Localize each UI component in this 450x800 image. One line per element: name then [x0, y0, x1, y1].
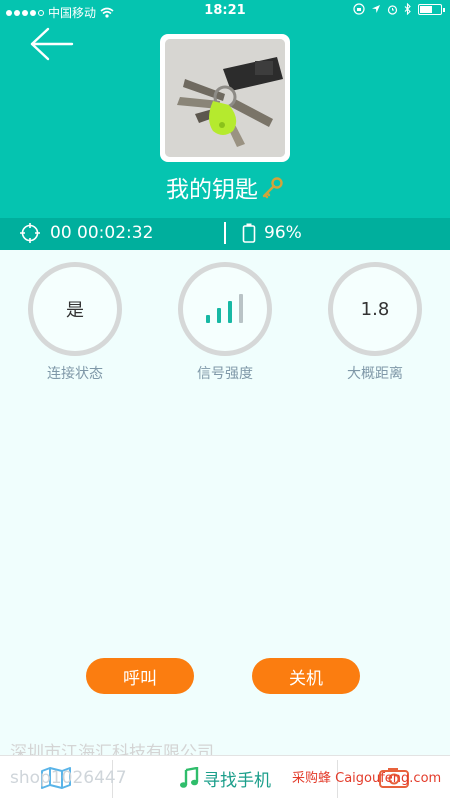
back-arrow-icon — [30, 27, 74, 61]
call-button[interactable]: 呼叫 — [86, 658, 194, 694]
connection-label: 连接状态 — [47, 366, 103, 382]
brand-watermark: 采购蜂 Caigoufeng.com — [292, 771, 442, 786]
status-battery-icon — [418, 3, 445, 15]
location-icon — [372, 5, 380, 13]
signal-bar — [206, 315, 210, 323]
timer-value: 00 00:02:32 — [50, 223, 154, 243]
signal-bar — [217, 308, 221, 323]
back-button[interactable] — [28, 26, 76, 62]
distance-gauge: 1.8 — [328, 262, 422, 356]
header: 中国移动 18:21 我的钥匙 — [0, 0, 450, 218]
distance-value: 1.8 — [360, 298, 390, 320]
music-note-icon — [180, 767, 199, 788]
device-photo[interactable] — [160, 34, 290, 162]
signal-strength-icon — [206, 294, 243, 323]
battery-icon — [242, 223, 256, 243]
connection-value: 是 — [66, 300, 84, 321]
signal-label: 信号强度 — [197, 366, 253, 382]
status-bar: 中国移动 18:21 — [0, 0, 450, 22]
find-phone-label: 寻找手机 — [203, 770, 271, 791]
alarm-icon — [387, 4, 398, 15]
status-right — [353, 3, 445, 15]
key-icon — [260, 176, 284, 206]
site-watermark: shop1026447 — [10, 768, 127, 788]
device-name-label: 我的钥匙 — [166, 177, 258, 203]
signal-gauge — [178, 262, 272, 356]
rotation-lock-icon — [353, 3, 365, 15]
connection-gauge: 是 — [28, 262, 122, 356]
signal-bar — [228, 301, 232, 323]
distance-label: 大概距离 — [347, 366, 403, 382]
info-divider — [224, 222, 226, 244]
battery-info: 96% — [242, 223, 302, 243]
bluetooth-icon — [404, 3, 411, 15]
device-name: 我的钥匙 — [0, 170, 450, 206]
signal-bar — [239, 294, 243, 323]
info-strip: 00 00:02:32 96% — [0, 218, 450, 250]
power-off-button[interactable]: 关机 — [252, 658, 360, 694]
timer-info: 00 00:02:32 — [20, 223, 153, 243]
crosshair-icon — [20, 223, 40, 243]
battery-value: 96% — [264, 223, 302, 243]
device-photo-image — [165, 39, 285, 157]
